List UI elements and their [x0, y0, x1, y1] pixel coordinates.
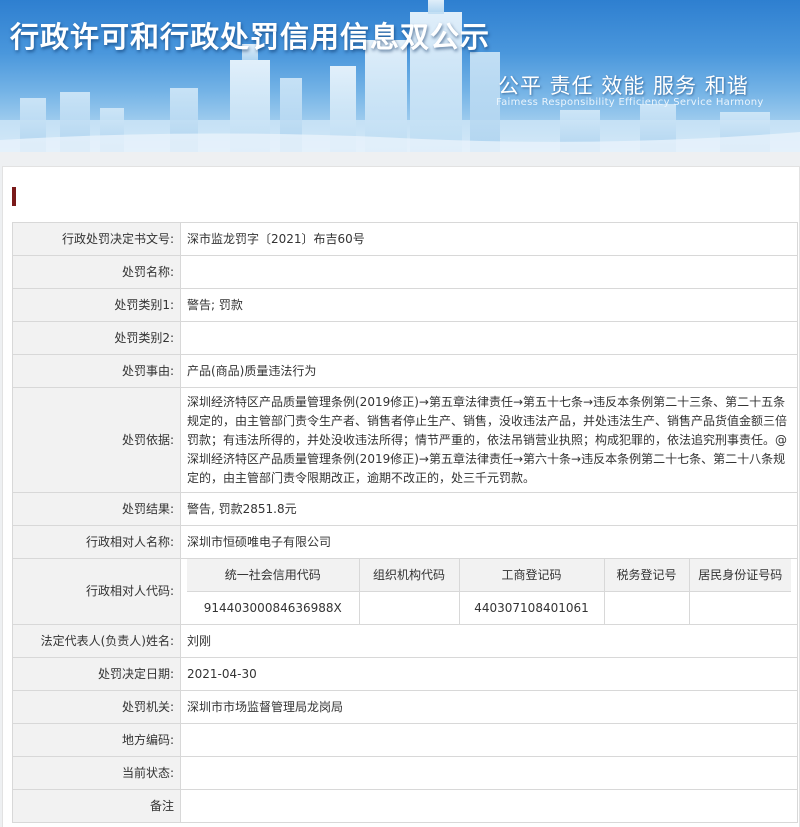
remark-value [180, 789, 798, 823]
table-row: 处罚事由: 产品(商品)质量违法行为 [12, 354, 798, 388]
code-header-id: 居民身份证号码 [689, 559, 791, 592]
penalty-info-table: 行政处罚决定书文号: 深市监龙罚字〔2021〕布吉60号 处罚名称: 处罚类别1… [12, 222, 798, 823]
code-value-tax [604, 591, 690, 624]
code-header-tax: 税务登记号 [604, 559, 690, 592]
table-row: 处罚决定日期: 2021-04-30 [12, 657, 798, 691]
code-header-org: 组织机构代码 [359, 559, 460, 592]
category2-label: 处罚类别2: [12, 321, 181, 355]
table-row: 行政相对人名称: 深圳市恒硕唯电子有限公司 [12, 525, 798, 559]
code-value-id [689, 592, 791, 625]
table-row: 当前状态: [12, 756, 798, 790]
result-label: 处罚结果: [12, 492, 181, 526]
code-value-credit: 91440300084636988X [187, 591, 360, 624]
section-marker [12, 187, 16, 206]
category1-value: 警告; 罚款 [180, 288, 798, 322]
status-label: 当前状态: [12, 756, 181, 790]
penalty-name-label: 处罚名称: [12, 255, 181, 289]
party-code-cell: 统一社会信用代码 组织机构代码 工商登记码 税务登记号 居民身份证号码 9144… [180, 558, 798, 625]
table-row: 处罚结果: 警告, 罚款2851.8元 [12, 492, 798, 526]
party-name-value: 深圳市恒硕唯电子有限公司 [180, 525, 798, 559]
table-row: 处罚机关: 深圳市市场监督管理局龙岗局 [12, 690, 798, 724]
decision-date-value: 2021-04-30 [180, 657, 798, 691]
decision-no-label: 行政处罚决定书文号: [12, 222, 181, 256]
record-panel: 行政处罚决定书文号: 深市监龙罚字〔2021〕布吉60号 处罚名称: 处罚类别1… [2, 166, 800, 827]
code-header-credit: 统一社会信用代码 [187, 559, 360, 592]
legal-rep-label: 法定代表人(负责人)姓名: [12, 624, 181, 658]
table-row: 地方编码: [12, 723, 798, 757]
site-title: 行政许可和行政处罚信用信息双公示 [10, 20, 491, 54]
remark-label: 备注 [12, 789, 181, 823]
authority-label: 处罚机关: [12, 690, 181, 724]
party-name-label: 行政相对人名称: [12, 525, 181, 559]
code-header-business: 工商登记码 [459, 559, 605, 592]
reason-value: 产品(商品)质量违法行为 [180, 354, 798, 388]
result-value: 警告, 罚款2851.8元 [180, 492, 798, 526]
local-code-value [180, 723, 798, 757]
code-header-row: 统一社会信用代码 组织机构代码 工商登记码 税务登记号 居民身份证号码 [187, 559, 791, 592]
code-value-org [359, 591, 460, 624]
local-code-label: 地方编码: [12, 723, 181, 757]
table-row: 处罚类别1: 警告; 罚款 [12, 288, 798, 322]
decision-no-value: 深市监龙罚字〔2021〕布吉60号 [180, 222, 798, 256]
table-row: 行政相对人代码: 统一社会信用代码 组织机构代码 工商登记码 税务登记号 居民身… [12, 558, 798, 625]
table-row: 处罚依据: 深圳经济特区产品质量管理条例(2019修正)→第五章法律责任→第五十… [12, 387, 798, 493]
code-value-business: 440307108401061 [459, 591, 605, 624]
basis-label: 处罚依据: [12, 387, 181, 493]
table-row: 处罚类别2: [12, 321, 798, 355]
basis-value: 深圳经济特区产品质量管理条例(2019修正)→第五章法律责任→第五十七条→违反本… [180, 387, 798, 493]
code-value-row: 91440300084636988X 440307108401061 [187, 591, 791, 625]
legal-rep-value: 刘刚 [180, 624, 798, 658]
table-row: 处罚名称: [12, 255, 798, 289]
category1-label: 处罚类别1: [12, 288, 181, 322]
table-row: 行政处罚决定书文号: 深市监龙罚字〔2021〕布吉60号 [12, 222, 798, 256]
slogan-english: Faimess Responsibility Efficiency Servic… [496, 97, 764, 108]
authority-value: 深圳市市场监督管理局龙岗局 [180, 690, 798, 724]
header-banner: 行政许可和行政处罚信用信息双公示 公平 责任 效能 服务 和谐 Faimess … [0, 0, 800, 152]
party-code-label: 行政相对人代码: [12, 558, 181, 625]
status-value [180, 756, 798, 790]
decision-date-label: 处罚决定日期: [12, 657, 181, 691]
reason-label: 处罚事由: [12, 354, 181, 388]
slogan-chinese: 公平 责任 效能 服务 和谐 [498, 74, 749, 98]
category2-value [180, 321, 798, 355]
table-row: 法定代表人(负责人)姓名: 刘刚 [12, 624, 798, 658]
party-code-table: 统一社会信用代码 组织机构代码 工商登记码 税务登记号 居民身份证号码 9144… [187, 559, 791, 624]
penalty-name-value [180, 255, 798, 289]
table-row: 备注 [12, 789, 798, 823]
